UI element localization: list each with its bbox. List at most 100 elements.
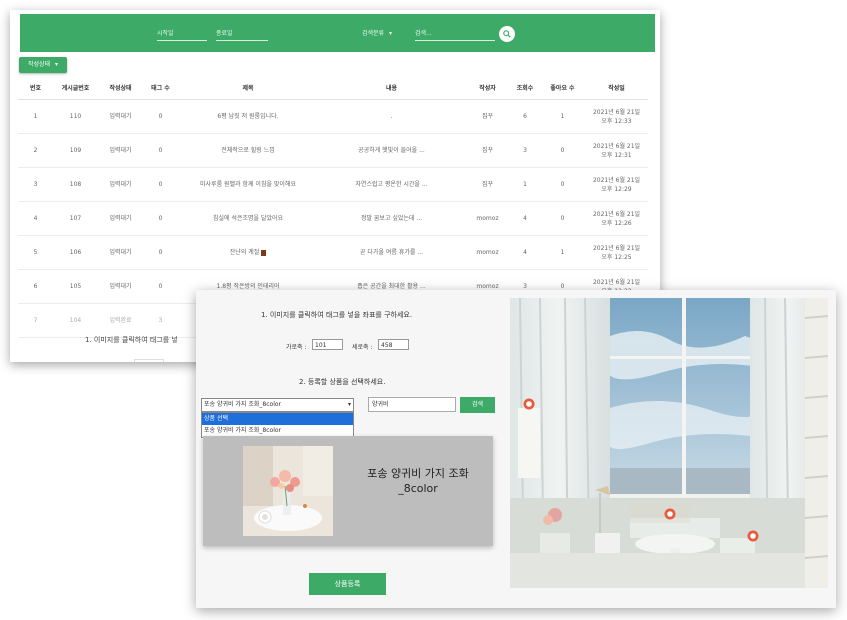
date-line: 2021년 6월 21일 [592,244,641,252]
table-header-row: 번호 게시글번호 작성상태 태그 수 제목 내용 작성자 조회수 좋아요 수 작… [18,76,648,100]
cell-post-no: 106 [53,235,98,270]
cell-title[interactable]: 침실에 석은조명을 달았어요 [178,201,318,236]
date-line: 2021년 6월 21일 [592,278,641,286]
cell-status: 입력대기 [98,235,143,270]
cell-likes: 1 [540,99,585,134]
cell-post-no: 107 [53,201,98,236]
cell-likes: 1 [540,235,585,270]
col-header[interactable]: 작성자 [465,76,510,100]
cell-post-no: 108 [53,167,98,202]
chevron-down-icon: ▾ [55,61,59,68]
search-bar: 시작일 종료일 검색분류 ▾ 검색... [20,14,655,52]
start-date-input[interactable]: 시작일 [157,28,207,41]
cell-likes: 0 [540,167,585,202]
cell-content: 공공하게 햇빛이 들어올 ... [318,133,465,168]
status-filter-button[interactable]: 작성상태 ▾ [19,57,67,73]
cell-tags: 3 [143,303,178,338]
cell-content: . [318,99,465,134]
col-header[interactable]: 작성일 [585,76,648,100]
chevron-down-icon: ▾ [389,30,393,37]
product-select[interactable]: 포송 양귀비 가지 조화_8color ▾ [201,398,354,412]
cell-tags: 0 [143,99,178,134]
cell-likes: 0 [540,201,585,236]
register-product-button[interactable]: 상품등록 [309,573,386,595]
table-row[interactable]: 2 109 입력대기 0 전체적으로 힐링 느낌 공공하게 햇빛이 들어올 ..… [18,133,648,168]
cell-views: 4 [510,235,540,270]
date-line: 2021년 6월 21일 [592,210,641,218]
product-search-button[interactable]: 검색 [460,397,495,413]
cell-date: 2021년 6월 21일 오후 12:25 [585,235,648,270]
col-header[interactable]: 내용 [318,76,465,100]
tag-marker-icon[interactable] [664,508,676,520]
product-name-line1: 포송 양귀비 가지 조화 [367,467,469,480]
col-header[interactable]: 번호 [18,76,53,100]
cell-content: 자연스럽고 평온한 시간을 ... [318,167,465,202]
x-coord-input[interactable]: 101 [312,339,343,350]
table-row[interactable]: 1 110 입력대기 0 6평 남짓 저 원룸입니다. . 집꾸 6 1 202… [18,99,648,134]
pagination[interactable] [134,359,164,362]
x-coord-label: 가로축 : [286,344,307,351]
cell-date: 2021년 6월 21일 오후 12:26 [585,201,648,236]
cell-post-no: 110 [53,99,98,134]
table-row[interactable]: 4 107 입력대기 0 침실에 석은조명을 달았어요 정말 꿈보고 싶었는데 … [18,201,648,236]
product-thumbnail [243,446,333,536]
dropdown-option[interactable]: 상품 선택 [202,413,353,425]
cell-post-no: 105 [53,269,98,304]
cell-date: 2021년 6월 21일 오후 12:33 [585,99,648,134]
step2-title: 2. 등록할 상품을 선택하세요. [299,378,386,386]
cell-views: 3 [510,133,540,168]
cell-status: 입력대기 [98,133,143,168]
cell-no: 6 [18,269,53,304]
tag-register-panel: 1. 이미지를 클릭하여 태그를 넣을 좌표를 구하세요. 가로축 : 101 … [196,290,836,608]
cell-views: 6 [510,99,540,134]
col-header[interactable]: 좋아요 수 [540,76,585,100]
cell-likes: 0 [540,133,585,168]
y-coord-input[interactable]: 458 [378,339,409,350]
time-line: 오후 12:33 [601,117,632,125]
end-date-input[interactable]: 종료일 [216,28,268,41]
date-line: 2021년 6월 21일 [592,176,641,184]
product-search-input[interactable]: 양귀비 [368,397,456,412]
col-header[interactable]: 제목 [178,76,318,100]
time-line: 오후 12:31 [601,151,632,159]
cell-author: 집꾸 [465,99,510,134]
search-button[interactable] [499,26,515,42]
cell-tags: 0 [143,201,178,236]
cell-author: 집꾸 [465,133,510,168]
search-input[interactable]: 검색... [415,28,495,41]
cell-author: 집꾸 [465,167,510,202]
table-row[interactable]: 5 106 입력대기 0 잔냔의 계절 곧 다가올 여름 휴가를 ... mom… [18,235,648,270]
col-header[interactable]: 게시글번호 [53,76,98,100]
cell-content: 곧 다가올 여름 휴가를 ... [318,235,465,270]
cell-post-no: 104 [53,303,98,338]
cell-title[interactable]: 잔냔의 계절 [178,235,318,270]
tag-marker-icon[interactable] [747,530,759,542]
cell-status: 입력대기 [98,99,143,134]
product-name-line2: _8color [398,482,438,495]
cell-tags: 0 [143,269,178,304]
chevron-down-icon: ▾ [347,401,351,408]
col-header[interactable]: 태그 수 [143,76,178,100]
time-line: 오후 12:29 [601,185,632,193]
room-photo-image [510,298,828,588]
cell-no: 2 [18,133,53,168]
cell-post-no: 109 [53,133,98,168]
step1-title: 1. 이미지를 클릭하여 태그를 넣을 좌표를 구하세요. [261,311,413,319]
cell-status: 입력완료 [98,303,143,338]
cell-title[interactable]: 6평 남짓 저 원룸입니다. [178,99,318,134]
cell-no: 7 [18,303,53,338]
col-header[interactable]: 조회수 [510,76,540,100]
cell-no: 5 [18,235,53,270]
room-photo[interactable] [510,298,828,588]
cell-tags: 0 [143,133,178,168]
product-dropdown-list: 상품 선택 포송 양귀비 가지 조화_8color [201,412,354,438]
search-category-select[interactable]: 검색분류 ▾ [362,28,392,39]
cell-no: 4 [18,201,53,236]
cell-title[interactable]: 미사루룸 원벨과 함께 이침을 맞이해요 [178,167,318,202]
tag-marker-icon[interactable] [523,398,535,410]
date-line: 2021년 6월 21일 [592,142,641,150]
search-icon [503,30,511,38]
table-row[interactable]: 3 108 입력대기 0 미사루룸 원벨과 함께 이침을 맞이해요 자연스럽고 … [18,167,648,202]
col-header[interactable]: 작성상태 [98,76,143,100]
cell-title[interactable]: 전체적으로 힐링 느낌 [178,133,318,168]
